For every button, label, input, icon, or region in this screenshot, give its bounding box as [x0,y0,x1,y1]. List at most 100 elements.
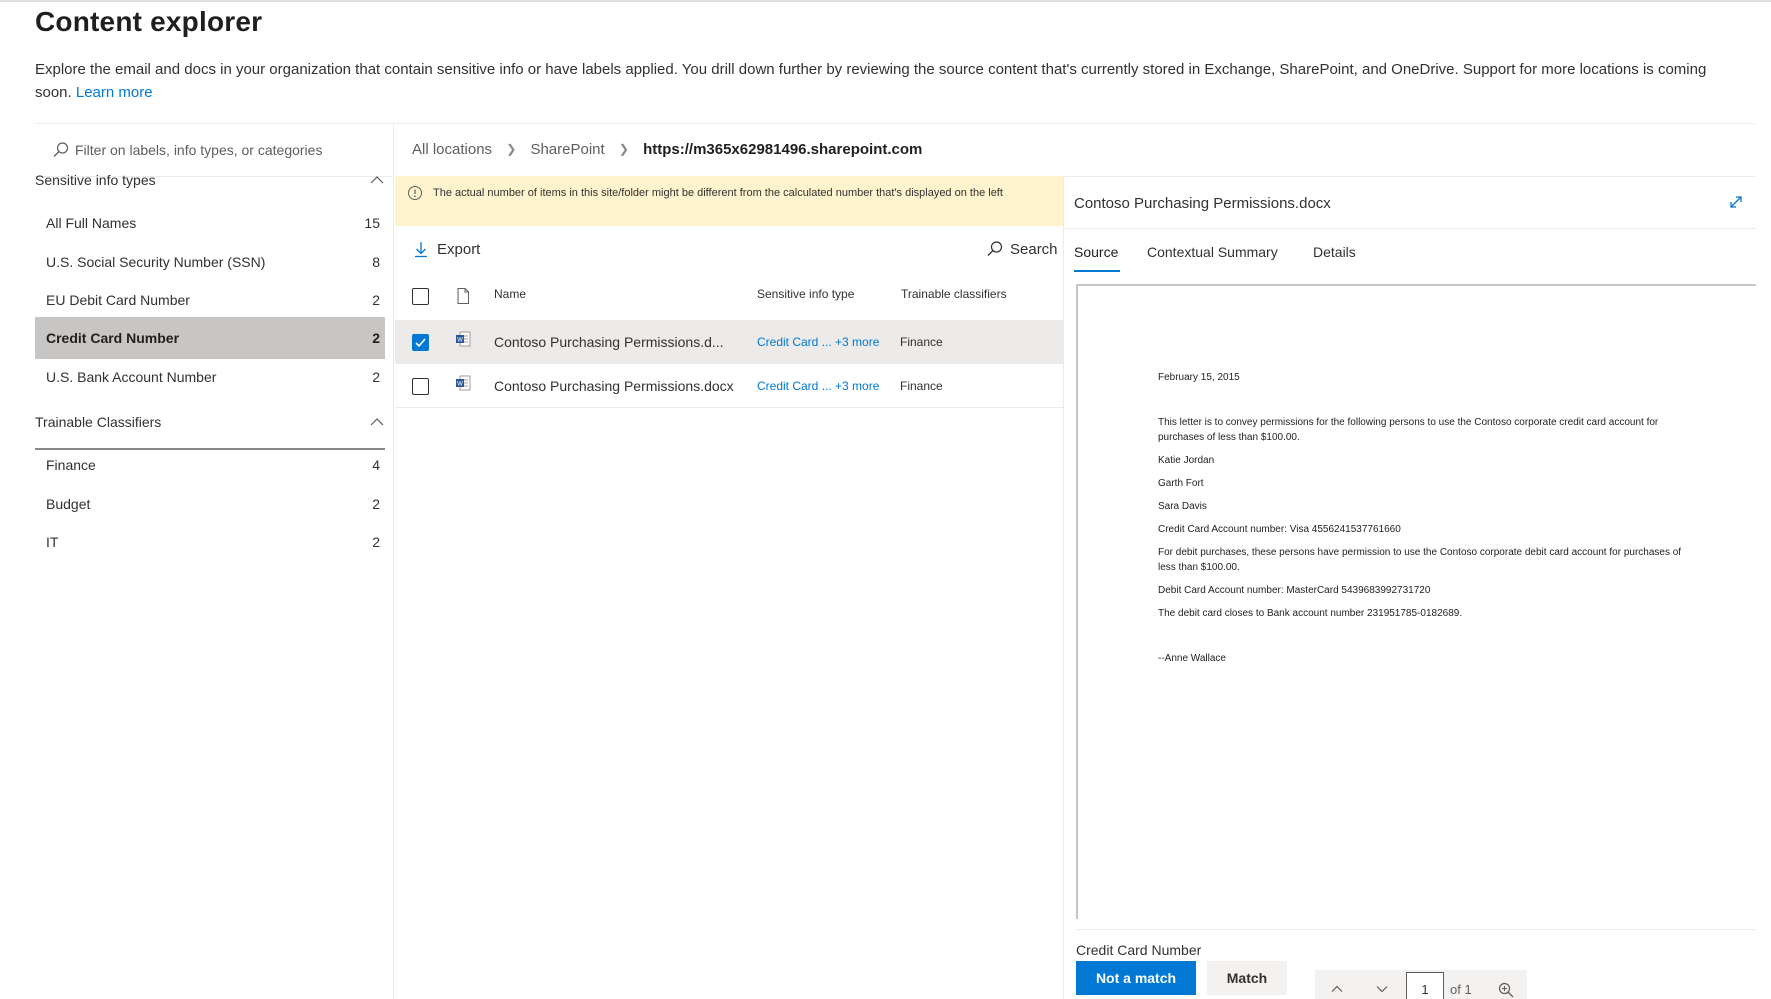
search-icon [53,142,69,157]
search-button[interactable]: Search [986,238,1058,262]
filter-placeholder: Filter on labels, info types, or categor… [75,142,323,158]
item-count: 2 [372,496,380,512]
item-label: Finance [46,457,96,473]
chevron-up-icon[interactable] [369,414,385,430]
file-type-icon [457,288,469,304]
column-header-sensitive-info-type[interactable]: Sensitive info type [757,287,854,301]
download-icon [415,242,427,258]
svg-text:W: W [457,382,463,388]
top-border [0,0,1771,2]
page-description: Explore the email and docs in your organ… [35,58,1735,104]
sit-item-eu-debit-card[interactable]: EU Debit Card Number 2 [35,279,385,321]
group-title: Trainable Classifiers [35,414,162,430]
match-divider [1076,929,1756,930]
sit-item-ssn[interactable]: U.S. Social Security Number (SSN) 8 [35,241,385,283]
item-count: 4 [372,457,380,473]
sit-item-credit-card[interactable]: Credit Card Number 2 [35,317,385,359]
tc-item-finance[interactable]: Finance 4 [35,444,385,486]
tc-item-it[interactable]: IT 2 [35,521,385,563]
row-name[interactable]: Contoso Purchasing Permissions.docx [494,378,734,394]
breadcrumb-current-site: https://m365x62981496.sharepoint.com [643,140,923,158]
doc-debit-card-line: Debit Card Account number: MasterCard 54… [1158,585,1431,596]
description-text: Explore the email and docs in your organ… [35,61,1707,101]
detail-title-divider [1064,228,1756,229]
breadcrumb-sharepoint[interactable]: SharePoint [530,141,604,158]
tab-contextual-summary[interactable]: Contextual Summary [1147,244,1278,260]
svg-text:W: W [457,338,463,344]
warning-banner: The actual number of items in this site/… [395,176,1063,226]
sit-item-bank-account[interactable]: U.S. Bank Account Number 2 [35,356,385,398]
match-type-label: Credit Card Number [1076,942,1202,958]
item-label: EU Debit Card Number [46,292,190,308]
tab-source[interactable]: Source [1074,244,1118,260]
filter-panel: Filter on labels, info types, or categor… [35,124,394,999]
row-checkbox[interactable] [412,378,429,395]
row-name[interactable]: Contoso Purchasing Permissions.d... [494,334,724,350]
doc-paragraph: This letter is to convey permissions for… [1158,417,1659,443]
checkmark-icon [415,338,426,348]
sit-item-all-full-names[interactable]: All Full Names 15 [35,202,385,244]
table-row[interactable]: W Contoso Purchasing Permissions.d... Cr… [395,320,1063,364]
zoom-in-icon[interactable] [1497,981,1515,999]
search-label: Search [1010,241,1058,258]
document-preview[interactable]: February 15, 2015 This letter is to conv… [1076,284,1756,999]
column-header-trainable-classifiers[interactable]: Trainable classifiers [901,287,1007,301]
row-trainable-classifier: Finance [900,379,943,393]
item-label: U.S. Social Security Number (SSN) [46,254,266,270]
chevron-right-icon: ❯ [618,142,629,157]
doc-credit-card-line: Credit Card Account number: Visa 4556241… [1158,524,1401,535]
doc-person: Katie Jordan [1158,455,1215,466]
word-doc-icon: W [456,375,471,391]
select-all-checkbox[interactable] [412,288,429,305]
item-count: 15 [364,215,380,231]
sensitive-info-types-header[interactable]: Sensitive info types [35,168,385,196]
doc-person: Sara Davis [1158,501,1207,512]
column-header-name[interactable]: Name [494,287,526,301]
chevron-up-icon[interactable] [1329,981,1345,997]
page-navigator: 1 of 1 [1315,970,1527,999]
item-label: Credit Card Number [46,330,180,346]
doc-signature: --Anne Wallace [1158,653,1226,664]
tab-details[interactable]: Details [1313,244,1356,260]
warning-text: The actual number of items in this site/… [433,187,1003,199]
row-checkbox[interactable] [412,334,429,351]
not-a-match-button[interactable]: Not a match [1076,961,1196,995]
item-label: All Full Names [46,215,137,231]
item-count: 2 [372,330,380,346]
search-icon [987,241,1003,256]
document-content: February 15, 2015 This letter is to conv… [1158,370,1698,674]
page-number-input[interactable]: 1 [1406,972,1444,999]
learn-more-link[interactable]: Learn more [76,84,153,101]
expand-icon[interactable] [1727,193,1745,211]
info-icon [408,186,422,200]
match-button[interactable]: Match [1207,961,1287,995]
item-label: Budget [46,496,91,512]
word-doc-icon: W [456,331,471,347]
row-sensitive-info-link[interactable]: Credit Card ... +3 more [757,335,879,349]
tc-item-budget[interactable]: Budget 2 [35,483,385,525]
chevron-down-icon[interactable] [1374,981,1390,997]
trainable-classifiers-header[interactable]: Trainable Classifiers [35,410,385,438]
item-label: U.S. Bank Account Number [46,369,217,385]
breadcrumb-all-locations[interactable]: All locations [412,141,492,158]
page-total: of 1 [1450,982,1472,997]
item-count: 2 [372,369,380,385]
doc-person: Garth Fort [1158,478,1204,489]
row-sensitive-info-link[interactable]: Credit Card ... +3 more [757,379,879,393]
doc-paragraph: For debit purchases, these persons have … [1158,547,1682,573]
row-trainable-classifier: Finance [900,335,943,349]
detail-panel: Contoso Purchasing Permissions.docx Sour… [1063,177,1756,999]
doc-bank-line: The debit card closes to Bank account nu… [1158,608,1463,619]
export-label: Export [437,241,481,258]
item-count: 2 [372,534,380,550]
item-count: 2 [372,292,380,308]
chevron-up-icon[interactable] [369,172,385,188]
item-label: IT [46,534,59,550]
chevron-right-icon: ❯ [506,142,517,157]
page-title: Content explorer [35,6,263,37]
detail-title: Contoso Purchasing Permissions.docx [1074,195,1331,212]
table-row[interactable]: W Contoso Purchasing Permissions.docx Cr… [395,364,1063,408]
group-title: Sensitive info types [35,172,156,188]
item-count: 8 [372,254,380,270]
doc-date: February 15, 2015 [1158,372,1240,383]
